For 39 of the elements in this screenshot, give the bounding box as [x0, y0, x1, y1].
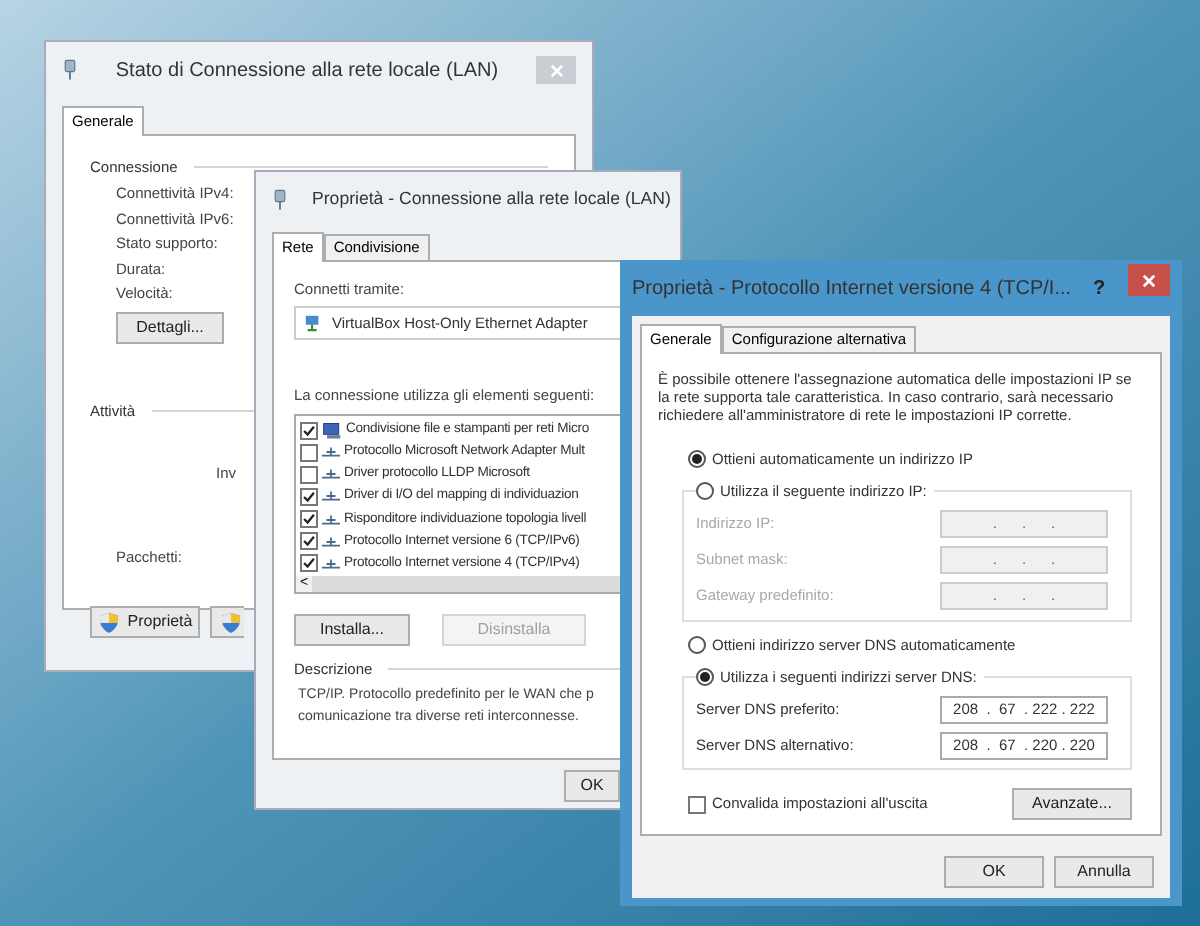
checkbox[interactable] [300, 554, 318, 573]
window-title: Stato di Connessione alla rete locale (LAN) [113, 57, 501, 85]
button[interactable] [210, 606, 244, 638]
button[interactable]: Dettagli... [116, 311, 224, 344]
protocol-icon [322, 468, 340, 481]
button[interactable]: OK [564, 770, 620, 802]
checkbox[interactable] [688, 795, 706, 813]
checkbox[interactable] [300, 532, 318, 551]
protocol-icon [322, 446, 340, 459]
button[interactable]: Proprietà [90, 606, 200, 638]
protocol-icon [322, 490, 340, 503]
radio-button[interactable] [688, 636, 706, 654]
button[interactable]: Annulla [1054, 856, 1154, 888]
close-icon [1141, 273, 1156, 287]
protocol-icon [322, 535, 340, 548]
button[interactable]: OK [944, 856, 1044, 888]
checkbox[interactable] [300, 421, 318, 440]
help-button[interactable]: ? [1087, 273, 1112, 303]
network-cable-icon [272, 188, 288, 212]
radio-button[interactable] [696, 482, 714, 500]
protocol-icon [322, 557, 340, 570]
computer-icon [322, 421, 342, 440]
checkbox[interactable] [300, 443, 318, 462]
shield-icon [97, 611, 120, 633]
checkbox[interactable] [300, 487, 318, 506]
radio-button[interactable] [696, 668, 714, 686]
protocol-icon [322, 513, 340, 526]
checkbox[interactable] [300, 465, 318, 484]
button[interactable]: Avanzate... [1012, 788, 1132, 820]
window-title: Proprietà - Protocollo Internet versione 4 (TCP/I... [632, 275, 1072, 303]
close-icon [549, 63, 563, 77]
shield-icon [220, 611, 242, 633]
window-title: Proprietà - Connessione alla rete locale (LAN) [312, 186, 671, 213]
network-adapter-icon [304, 314, 322, 333]
checkbox[interactable] [300, 510, 318, 529]
button[interactable]: Installa... [294, 613, 410, 645]
radio-button[interactable] [688, 450, 706, 468]
network-cable-icon [62, 58, 78, 82]
close-button[interactable] [1127, 264, 1170, 296]
